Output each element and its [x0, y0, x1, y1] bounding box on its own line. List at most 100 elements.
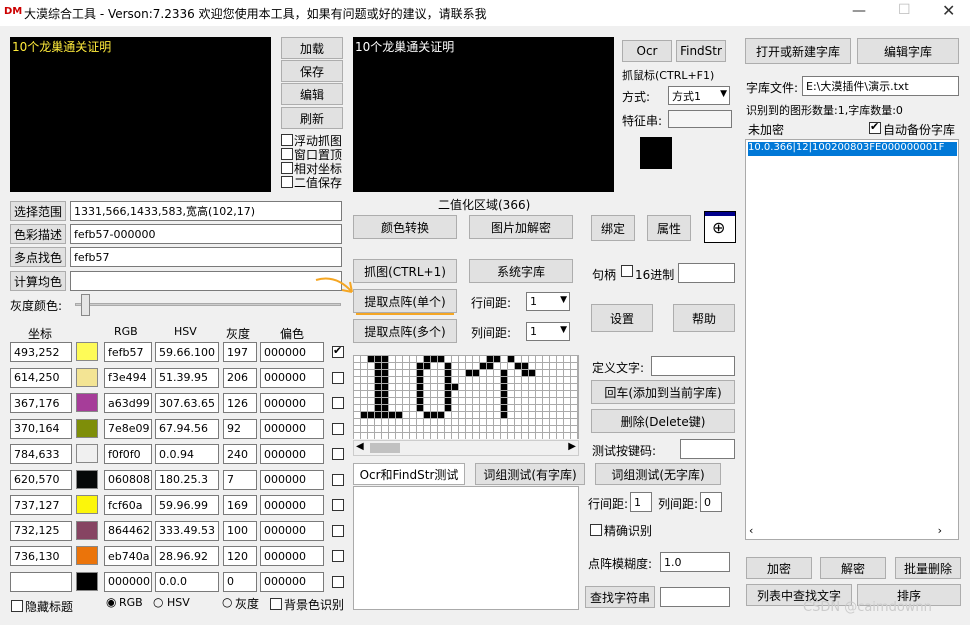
- dot-cell[interactable]: [459, 412, 465, 418]
- dot-cell[interactable]: [382, 419, 388, 425]
- dot-cell[interactable]: [480, 377, 486, 383]
- gray-field[interactable]: 92: [223, 418, 257, 439]
- dot-cell[interactable]: [389, 391, 395, 397]
- dot-cell[interactable]: [368, 363, 374, 369]
- dot-cell[interactable]: [473, 363, 479, 369]
- dot-cell[interactable]: [543, 426, 549, 432]
- col-gap-select[interactable]: 1 ▼: [526, 322, 570, 341]
- dot-cell[interactable]: [480, 398, 486, 404]
- maximize-icon[interactable]: ☐: [898, 2, 911, 18]
- coord-field[interactable]: 737,127: [10, 495, 72, 515]
- close-icon[interactable]: ✕: [942, 1, 955, 20]
- ocr-button[interactable]: Ocr: [622, 40, 672, 62]
- help-button[interactable]: 帮助: [673, 304, 735, 332]
- coord-field[interactable]: 370,164: [10, 418, 72, 439]
- dot-cell[interactable]: [445, 433, 451, 439]
- dot-cell[interactable]: [459, 405, 465, 411]
- dot-cell[interactable]: [445, 405, 451, 411]
- dot-cell[interactable]: [375, 377, 381, 383]
- dot-cell[interactable]: [417, 426, 423, 432]
- rgb-field[interactable]: f0f0f0: [104, 444, 152, 464]
- dot-cell[interactable]: [480, 356, 486, 362]
- dot-cell[interactable]: [494, 356, 500, 362]
- bias-field[interactable]: 000000: [260, 393, 324, 413]
- dot-cell[interactable]: [543, 370, 549, 376]
- dot-cell[interactable]: [431, 419, 437, 425]
- dot-cell[interactable]: [424, 384, 430, 390]
- hsv-field[interactable]: 67.94.56: [155, 418, 219, 439]
- dot-cell[interactable]: [508, 370, 514, 376]
- dot-cell[interactable]: [431, 377, 437, 383]
- dot-cell[interactable]: [501, 391, 507, 397]
- bias-field[interactable]: 000000: [260, 444, 324, 464]
- test-row-gap-field[interactable]: 1: [630, 492, 652, 512]
- dot-cell[interactable]: [522, 377, 528, 383]
- dot-cell[interactable]: [480, 370, 486, 376]
- dot-cell[interactable]: [466, 412, 472, 418]
- dot-cell[interactable]: [564, 419, 570, 425]
- slider-thumb[interactable]: [81, 294, 90, 316]
- dot-cell[interactable]: [480, 412, 486, 418]
- dot-cell[interactable]: [382, 370, 388, 376]
- bias-field[interactable]: 000000: [260, 495, 324, 515]
- dot-cell[interactable]: [473, 370, 479, 376]
- dot-cell[interactable]: [529, 356, 535, 362]
- dot-cell[interactable]: [459, 363, 465, 369]
- dot-cell[interactable]: [354, 426, 360, 432]
- dot-cell[interactable]: [396, 384, 402, 390]
- dot-cell[interactable]: [354, 391, 360, 397]
- rgb-field[interactable]: 7e8e09: [104, 418, 152, 439]
- dot-cell[interactable]: [459, 391, 465, 397]
- dot-cell[interactable]: [557, 405, 563, 411]
- dot-cell[interactable]: [550, 419, 556, 425]
- dot-cell[interactable]: [494, 363, 500, 369]
- dot-cell[interactable]: [389, 426, 395, 432]
- left-preview[interactable]: 10个龙巢通关证明: [10, 37, 271, 192]
- dot-cell[interactable]: [529, 412, 535, 418]
- dot-cell[interactable]: [557, 370, 563, 376]
- dot-cell[interactable]: [410, 412, 416, 418]
- dot-cell[interactable]: [389, 412, 395, 418]
- dot-cell[interactable]: [375, 405, 381, 411]
- row-checkbox[interactable]: [332, 473, 344, 486]
- dot-cell[interactable]: [564, 426, 570, 432]
- dot-cell[interactable]: [473, 356, 479, 362]
- decrypt-button[interactable]: 解密: [820, 557, 886, 579]
- hsv-field[interactable]: 59.96.99: [155, 495, 219, 515]
- dot-cell[interactable]: [410, 384, 416, 390]
- dot-cell[interactable]: [536, 377, 542, 383]
- dot-cell[interactable]: [445, 412, 451, 418]
- dot-cell[interactable]: [403, 426, 409, 432]
- dot-cell[interactable]: [410, 433, 416, 439]
- dot-cell[interactable]: [543, 377, 549, 383]
- row-checkbox[interactable]: [332, 524, 344, 537]
- dot-cell[interactable]: [424, 433, 430, 439]
- dot-cell[interactable]: [410, 405, 416, 411]
- dot-cell[interactable]: [368, 398, 374, 404]
- dot-cell[interactable]: [431, 356, 437, 362]
- dot-cell[interactable]: [564, 398, 570, 404]
- dot-cell[interactable]: [487, 419, 493, 425]
- dot-cell[interactable]: [452, 356, 458, 362]
- range-field[interactable]: 1331,566,1433,583,宽高(102,17): [70, 201, 342, 221]
- dot-cell[interactable]: [508, 405, 514, 411]
- dot-cell[interactable]: [571, 391, 577, 397]
- dot-cell[interactable]: [361, 433, 367, 439]
- dot-cell[interactable]: [382, 363, 388, 369]
- dot-cell[interactable]: [361, 398, 367, 404]
- dot-cell[interactable]: [417, 363, 423, 369]
- dot-cell[interactable]: [473, 405, 479, 411]
- dot-cell[interactable]: [515, 419, 521, 425]
- dot-cell[interactable]: [473, 419, 479, 425]
- dot-cell[interactable]: [459, 398, 465, 404]
- dot-cell[interactable]: [522, 412, 528, 418]
- dot-cell[interactable]: [389, 384, 395, 390]
- dot-cell[interactable]: [375, 419, 381, 425]
- dot-cell[interactable]: [452, 398, 458, 404]
- dot-cell[interactable]: [431, 433, 437, 439]
- dot-cell[interactable]: [459, 419, 465, 425]
- dot-cell[interactable]: [536, 391, 542, 397]
- dot-cell[interactable]: [487, 391, 493, 397]
- dot-cell[interactable]: [424, 363, 430, 369]
- dot-cell[interactable]: [529, 370, 535, 376]
